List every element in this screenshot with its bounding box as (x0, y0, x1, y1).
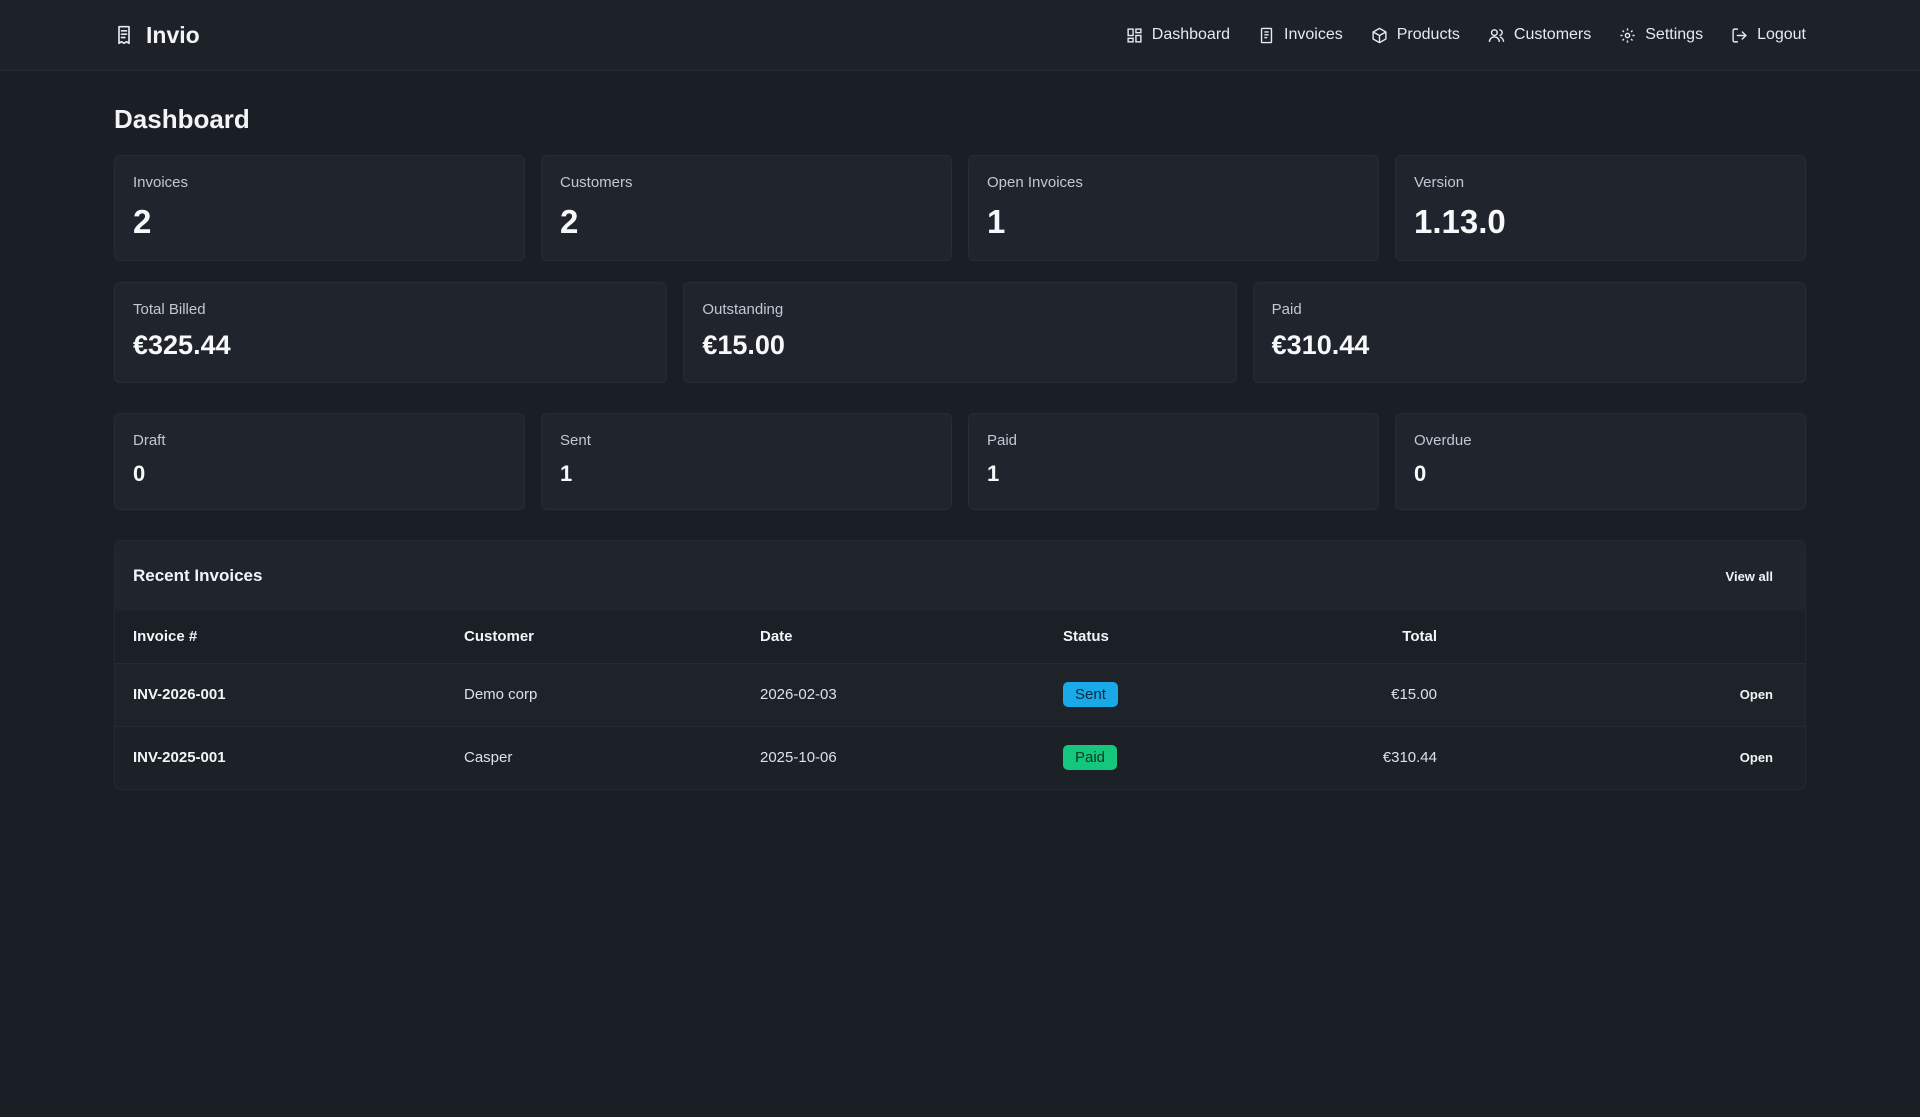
nav-invoices-label: Invoices (1284, 26, 1343, 43)
stat-card-paid-count: Paid 1 (968, 413, 1379, 510)
invoice-date: 2026-02-03 (760, 686, 837, 703)
receipt-icon (118, 25, 130, 45)
stat-label: Draft (133, 432, 166, 449)
nav-products[interactable]: Products (1371, 26, 1460, 44)
stat-label: Open Invoices (987, 174, 1083, 191)
invoice-total: €310.44 (1382, 749, 1437, 767)
invoice-status-cell: Sent (1063, 663, 1263, 726)
stat-card-total-billed: Total Billed €325.44 (114, 282, 668, 383)
table-header-row: Invoice # Customer Date Status Total (115, 611, 1805, 663)
column-header-date[interactable]: Date (760, 611, 1063, 663)
open-invoice-button[interactable]: Open (1437, 663, 1805, 726)
stat-value: 0 (133, 461, 146, 486)
nav-invoices[interactable]: Invoices (1258, 26, 1343, 44)
stat-value: 2 (133, 203, 152, 240)
stat-label: Paid (1271, 301, 1302, 318)
stat-label: Paid (987, 432, 1018, 449)
stat-label: Invoices (133, 174, 189, 191)
nav-dashboard-label: Dashboard (1151, 26, 1231, 43)
stat-label: Overdue (1414, 432, 1472, 449)
stat-value: 1.13.0 (1414, 203, 1506, 240)
stat-card-overdue: Overdue 0 (1395, 413, 1806, 510)
stat-label: Outstanding (702, 301, 784, 318)
invoice-status-cell: Paid (1063, 726, 1263, 789)
stat-value: €325.44 (133, 330, 231, 360)
stat-card-sent: Sent 1 (541, 413, 952, 510)
nav-settings[interactable]: Settings (1619, 26, 1703, 44)
stat-label: Version (1414, 174, 1465, 191)
column-header-customer[interactable]: Customer (464, 611, 760, 663)
stat-card-invoices: Invoices 2 (114, 155, 525, 261)
invoice-number: INV-2026-001 (133, 686, 226, 703)
invoice-icon (1260, 27, 1273, 43)
column-header-invoice[interactable]: Invoice # (115, 611, 464, 663)
stat-value: 1 (987, 461, 1000, 486)
invoice-customer: Casper (464, 749, 513, 767)
gear-icon (1620, 27, 1635, 43)
nav-products-label: Products (1396, 26, 1460, 43)
status-badge: Paid (1063, 745, 1118, 771)
column-header-actions (1437, 611, 1805, 663)
stat-value: €15.00 (702, 330, 785, 360)
table-row[interactable]: INV-2026-001 Demo corp 2026-02-03 Sent €… (115, 663, 1805, 726)
stats-money: Total Billed €325.44 Outstanding €15.00 … (114, 282, 1806, 383)
stat-label: Total Billed (133, 301, 206, 318)
stat-label: Customers (560, 174, 633, 191)
stats-status: Draft 0 Sent 1 Paid 1 Overdue 0 (114, 413, 1806, 510)
stat-card-customers: Customers 2 (541, 155, 952, 261)
stat-card-paid-amount: Paid €310.44 (1252, 282, 1806, 383)
page-title: Dashboard (114, 104, 250, 134)
logout-icon (1732, 27, 1747, 43)
box-icon (1372, 27, 1387, 43)
invoice-date: 2025-10-06 (760, 749, 837, 767)
nav-settings-label: Settings (1645, 26, 1704, 43)
stat-value: 0 (1414, 461, 1427, 486)
column-header-status[interactable]: Status (1063, 611, 1263, 663)
top-navbar: Invio Dashboard Invoices Products Custom… (0, 0, 1920, 71)
open-invoice-button[interactable]: Open (1437, 726, 1805, 789)
stats-overview: Invoices 2 Customers 2 Open Invoices 1 V… (114, 155, 1806, 261)
nav-dashboard[interactable]: Dashboard (1126, 26, 1230, 44)
nav-customers[interactable]: Customers (1488, 26, 1591, 44)
status-badge: Sent (1063, 682, 1118, 707)
stat-value: 2 (560, 203, 579, 240)
stat-card-draft: Draft 0 (114, 413, 525, 510)
nav-logout[interactable]: Logout (1731, 26, 1806, 44)
dashboard-icon (1127, 27, 1142, 43)
invoice-customer: Demo corp (464, 686, 538, 703)
view-all-link[interactable]: View all (1726, 569, 1773, 584)
stat-value: 1 (987, 203, 1006, 240)
recent-invoices-header: Recent Invoices View all (115, 541, 1805, 611)
recent-invoices-table: Invoice # Customer Date Status Total INV… (115, 611, 1805, 789)
invoice-total: €15.00 (1391, 686, 1437, 703)
recent-invoices-title: Recent Invoices (133, 566, 263, 585)
app-name: Invio (146, 21, 200, 48)
stat-card-version: Version 1.13.0 (1395, 155, 1806, 261)
stat-value: €310.44 (1271, 330, 1370, 360)
users-icon (1488, 28, 1505, 42)
stat-card-outstanding: Outstanding €15.00 (683, 282, 1237, 383)
column-header-total[interactable]: Total (1263, 611, 1437, 663)
app-brand[interactable]: Invio (114, 22, 200, 49)
main-nav: Dashboard Invoices Products Customers Se… (1126, 26, 1806, 44)
table-row[interactable]: INV-2025-001 Casper 2025-10-06 Paid €310… (115, 726, 1805, 789)
main-content: Dashboard Invoices 2 Customers 2 Open In… (0, 103, 1920, 790)
stat-value: 1 (560, 461, 573, 486)
invoice-number: INV-2025-001 (133, 749, 226, 767)
nav-customers-label: Customers (1513, 26, 1592, 43)
nav-logout-label: Logout (1757, 26, 1806, 43)
stat-label: Sent (560, 432, 591, 449)
recent-invoices-panel: Recent Invoices View all Invoice # Custo… (114, 540, 1806, 790)
stat-card-open-invoices: Open Invoices 1 (968, 155, 1379, 261)
